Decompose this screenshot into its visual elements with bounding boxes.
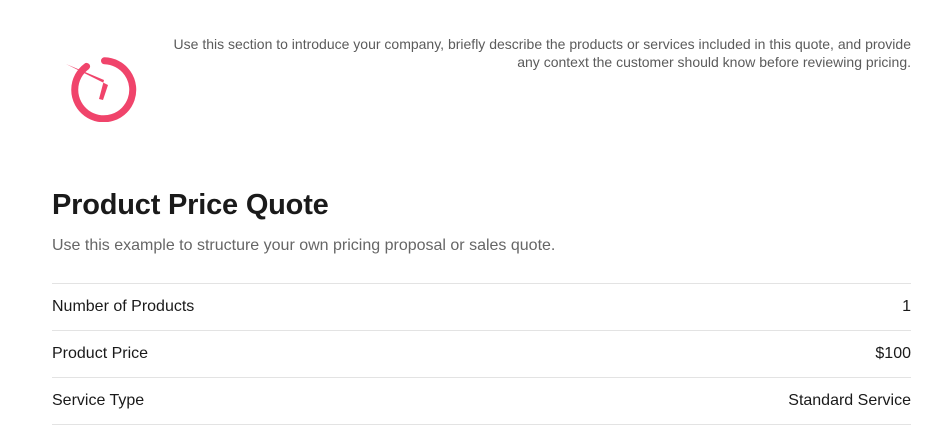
quote-row-service-type: Service Type Standard Service bbox=[52, 378, 911, 425]
quote-row-number-of-products: Number of Products 1 bbox=[52, 284, 911, 331]
intro-text: Use this section to introduce your compa… bbox=[173, 36, 911, 70]
page-subtitle: Use this example to structure your own p… bbox=[52, 237, 556, 254]
row-value: Standard Service bbox=[788, 392, 911, 409]
row-value: $100 bbox=[875, 345, 911, 362]
row-label: Number of Products bbox=[52, 298, 195, 315]
gauge-logo-icon bbox=[66, 57, 137, 123]
company-logo bbox=[66, 52, 138, 123]
quote-table: Number of Products 1 Product Price $100 … bbox=[52, 283, 911, 425]
quote-row-product-price: Product Price $100 bbox=[52, 331, 911, 378]
row-value: 1 bbox=[902, 298, 911, 315]
row-label: Product Price bbox=[52, 345, 149, 362]
page-title: Product Price Quote bbox=[52, 189, 329, 221]
row-label: Service Type bbox=[52, 392, 145, 409]
